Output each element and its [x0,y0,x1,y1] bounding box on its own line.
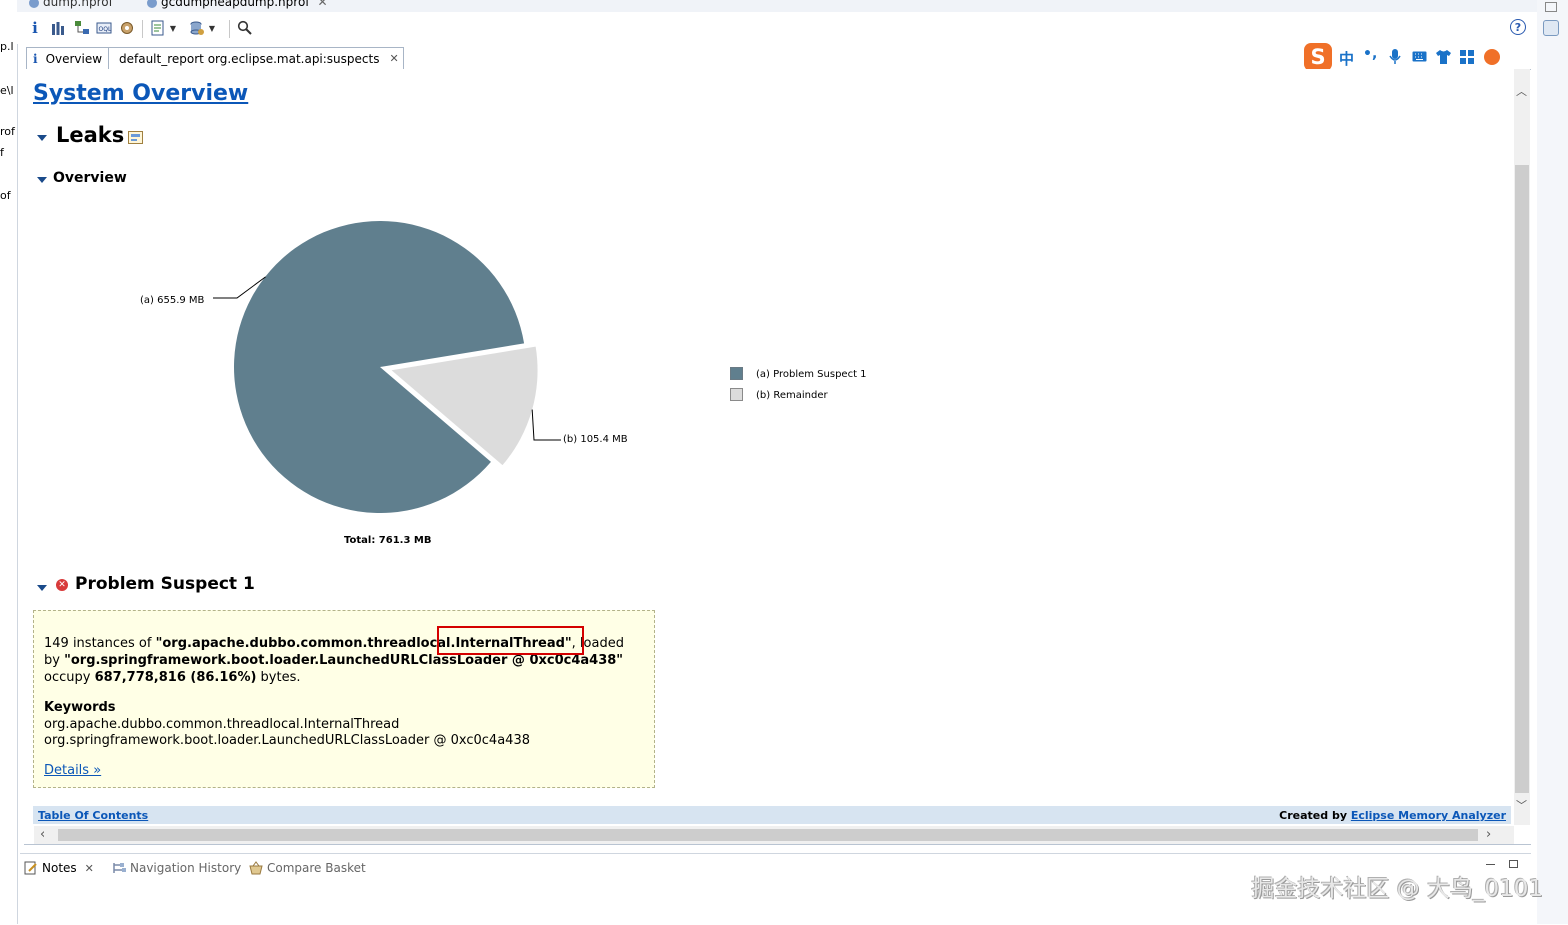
chevron-down-icon[interactable]: ▼ [206,19,218,37]
toolbar-separator [142,20,143,38]
tab-compare-basket[interactable]: Compare Basket [249,858,366,878]
suspect-line-3: occupy 687,778,816 (86.16%) bytes. [44,670,301,685]
editor-tab-bar: dump.hprof gcdumpheapdump.hprof ✕ [17,0,1537,12]
help-icon[interactable]: ? [1510,19,1526,35]
report-icon[interactable] [149,19,167,37]
search-icon[interactable] [236,19,254,37]
info-icon: i [33,51,38,66]
legend-swatch-a [730,367,743,380]
pie-slices [234,221,538,513]
mat-link[interactable]: Eclipse Memory Analyzer [1351,809,1506,822]
compare-basket-icon [249,861,263,875]
pie-leader-line-b [531,409,561,441]
scroll-thumb[interactable] [1515,165,1529,793]
close-icon[interactable]: ✕ [389,52,398,65]
table-of-contents-link[interactable]: Table Of Contents [38,809,148,822]
created-by-credit: Created by Eclipse Memory Analyzer [1279,809,1506,822]
inspector-icon[interactable] [1543,20,1559,36]
left-panel-fragment: f [0,146,4,159]
left-panel-strip: p.l e\l rof f of [0,40,18,924]
oql-icon[interactable]: OQL [95,19,113,37]
maximize-icon[interactable] [1509,860,1518,868]
divider [24,844,1531,845]
report-content: System Overview Leaks Overview (a) 655.9… [24,69,1514,825]
heap-dump-icon[interactable] [188,19,206,37]
highlight-annotation [437,626,584,655]
right-trim-bar [1537,0,1568,924]
gear-icon[interactable] [118,19,136,37]
legend-label-a: (a) Problem Suspect 1 [756,369,867,380]
editor-tab-dump[interactable]: dump.hprof [29,0,113,9]
left-panel-fragment: e\l [0,84,14,97]
tab-overview[interactable]: i Overview [26,47,110,69]
ime-punctuation[interactable]: •, [1363,46,1377,62]
watermark: 掘金技术社区 @ 大鸟_0101 [1251,876,1543,902]
close-icon[interactable]: ✕ [85,862,94,875]
pie-chart [213,221,561,513]
heap-file-icon [147,0,157,8]
legend-label-b: (b) Remainder [756,390,828,401]
ime-avatar-icon[interactable] [1484,49,1500,65]
tab-navigation-history[interactable]: Navigation History [112,858,241,878]
keyboard-icon[interactable] [1412,51,1427,65]
skin-icon[interactable] [1436,50,1451,67]
error-icon: ✕ [56,579,68,591]
chevron-down-icon[interactable]: ▼ [167,19,179,37]
scroll-right-icon[interactable]: › [1486,827,1491,842]
svg-text:OQL: OQL [99,26,112,33]
scroll-left-icon[interactable]: ‹ [40,827,45,842]
microphone-icon[interactable] [1389,49,1401,68]
toolbar-separator [229,20,230,38]
pie-label-b: (b) 105.4 MB [563,434,628,445]
ime-toolbar: S 中 •, [1302,42,1504,72]
details-link[interactable]: Details » [44,763,101,778]
keyword-item: org.springframework.boot.loader.Launched… [44,733,530,748]
problem-suspect-heading: Problem Suspect 1 [75,574,255,594]
keyword-item: org.apache.dubbo.common.threadlocal.Inte… [44,717,400,732]
legend-swatch-b [730,388,743,401]
left-panel-fragment: p.l [0,40,14,53]
keywords-heading: Keywords [44,700,116,715]
editor-tab-gcdump[interactable]: gcdumpheapdump.hprof ✕ [147,0,328,9]
tab-default-report[interactable]: default_report org.eclipse.mat.api:suspe… [108,47,404,69]
left-panel-fragment: of [0,189,11,202]
heap-file-icon [29,0,39,8]
close-icon[interactable]: ✕ [318,0,328,9]
ime-chinese-mode[interactable]: 中 [1339,48,1354,69]
report-footer: Table Of Contents Created by Eclipse Mem… [33,806,1511,824]
notes-icon [24,861,37,875]
pie-total-label: Total: 761.3 MB [344,535,432,546]
histogram-icon[interactable] [49,19,67,37]
sogou-logo-icon[interactable]: S [1304,43,1332,71]
navigation-history-icon [113,863,126,873]
scroll-up-icon[interactable]: ︿ [1516,83,1527,99]
restore-icon[interactable] [1545,2,1557,12]
pie-label-a: (a) 655.9 MB [140,295,205,306]
horizontal-scrollbar[interactable]: ‹ › [34,826,1514,844]
scroll-thumb[interactable] [58,829,1478,841]
info-icon[interactable]: i [26,19,44,37]
vertical-scrollbar[interactable]: ︿ ﹀ [1514,69,1530,825]
collapse-suspect-icon[interactable] [37,585,47,591]
left-panel-fragment: rof [0,125,15,138]
main-toolbar: i OQL ▼ ▼ ? [17,12,1537,44]
dominator-tree-icon[interactable] [73,19,91,37]
tab-notes[interactable]: Notes ✕ [24,858,94,878]
scroll-down-icon[interactable]: ﹀ [1516,797,1527,813]
toolbox-icon[interactable] [1460,50,1474,67]
minimize-icon[interactable] [1486,864,1495,865]
